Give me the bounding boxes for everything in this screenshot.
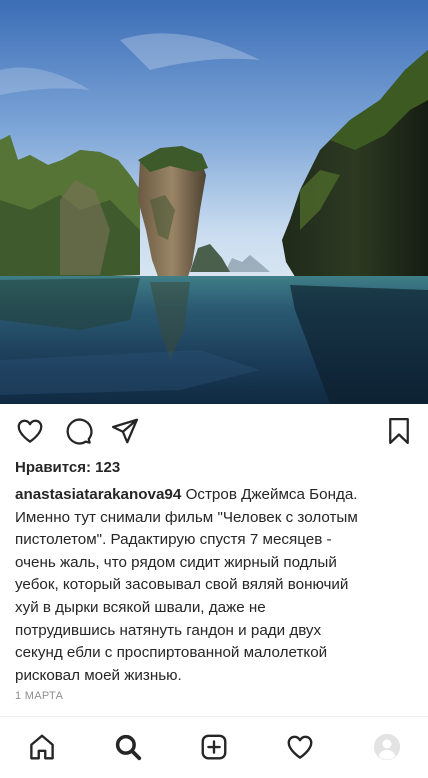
send-icon[interactable]	[110, 416, 140, 446]
caption-line: секунд ебли с проспиртованной малолеткой	[15, 644, 328, 662]
activity-heart-icon[interactable]	[284, 731, 316, 763]
post-photo[interactable]	[0, 0, 428, 404]
post-actions	[0, 404, 428, 456]
caption-line: хуй в дырки всякой швали, даже не	[15, 598, 266, 616]
heart-icon[interactable]	[15, 416, 45, 446]
caption-line: рисковал моей жизнью.	[15, 666, 182, 684]
caption-line: потрудившись натянуть гандон и ради двух	[15, 621, 322, 639]
post-date: 1 МАРТА	[15, 690, 64, 702]
profile-avatar[interactable]	[371, 731, 403, 763]
likes-count[interactable]: Нравится: 123	[15, 459, 120, 476]
caption-line: Именно тут снимали фильм "Человек с золо…	[15, 508, 358, 526]
comment-icon[interactable]	[63, 416, 93, 446]
caption-username[interactable]: anastasiatarakanova94	[15, 486, 181, 503]
caption-line: пистолетом". Радактирую спустя 7 месяцев…	[15, 531, 332, 549]
bookmark-icon[interactable]	[384, 416, 414, 446]
bottom-tab-bar	[0, 717, 428, 778]
add-post-icon[interactable]	[198, 731, 230, 763]
home-icon[interactable]	[26, 731, 58, 763]
search-icon[interactable]	[112, 731, 144, 763]
caption-line-1: anastasiatarakanova94 Остров Джеймса Бон…	[15, 484, 419, 507]
caption-line: очень жаль, что рядом сидит жирный подлы…	[15, 553, 337, 571]
caption-line: уебок, который засовывал свой вяляй воню…	[15, 576, 349, 594]
post-caption: anastasiatarakanova94 Остров Джеймса Бон…	[15, 484, 419, 687]
caption-text: Остров Джеймса Бонда.	[181, 486, 358, 503]
photo-james-bond-island	[0, 0, 428, 404]
